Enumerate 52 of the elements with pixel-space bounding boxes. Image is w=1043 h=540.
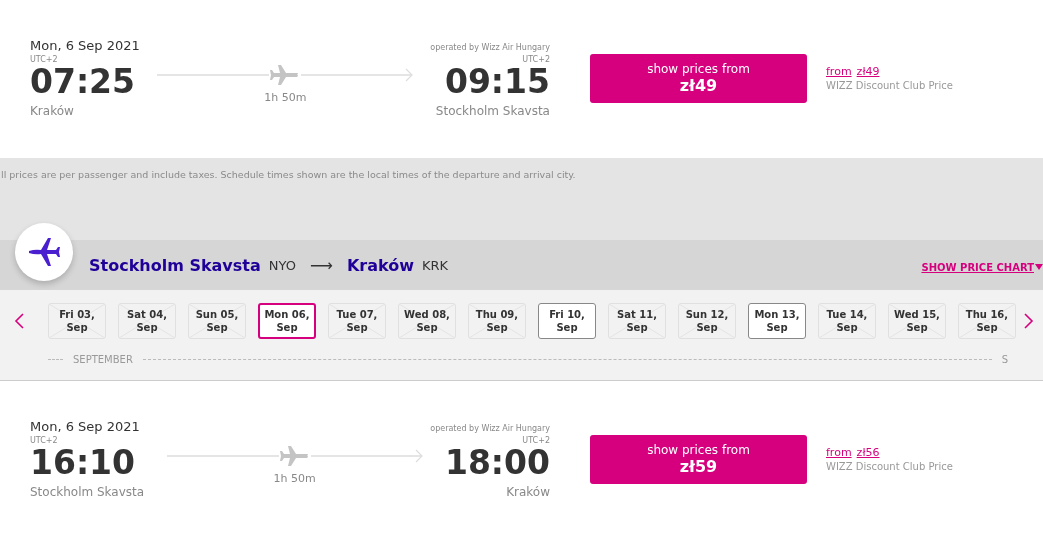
departure-time: 07:25 — [30, 64, 136, 100]
date-chip[interactable]: Sat 11, Sep — [608, 303, 666, 339]
from-link[interactable]: from — [826, 446, 852, 459]
date-chip[interactable]: Thu 09, Sep — [468, 303, 526, 339]
club-price-link[interactable]: zł56 — [856, 446, 880, 459]
departure-city: Stockholm Skavsta — [30, 485, 145, 499]
date-chip[interactable]: Tue 07, Sep — [328, 303, 386, 339]
flight-date: Mon, 6 Sep 2021 — [30, 419, 140, 434]
flight-path-arrow-icon — [166, 446, 423, 466]
date-chip[interactable]: Thu 16, Sep — [958, 303, 1016, 339]
flight-duration: 1h 50m — [273, 472, 316, 485]
date-chip[interactable]: Wed 15, Sep — [888, 303, 946, 339]
show-prices-button[interactable]: show prices from zł59 — [590, 435, 807, 484]
date-chip[interactable]: Wed 08, Sep — [398, 303, 456, 339]
date-chip[interactable]: Sun 12, Sep — [678, 303, 736, 339]
origin-code: NYO — [268, 257, 296, 273]
club-price-label: WIZZ Discount Club Price — [826, 461, 953, 472]
departure-city: Kraków — [30, 104, 75, 118]
departure-time: 16:10 — [30, 445, 137, 481]
timezone-label: UTC+2 — [522, 55, 550, 64]
origin-city: Stockholm Skavsta — [89, 255, 261, 275]
route-arrow: ⟶ — [309, 255, 333, 275]
caret-icon — [1035, 264, 1043, 270]
date-chip[interactable]: Sat 04, Sep — [118, 303, 176, 339]
from-link[interactable]: from — [826, 65, 852, 78]
arrival-city: Stockholm Skavsta — [435, 104, 550, 118]
month-label: S — [1001, 354, 1008, 365]
notice-text: ll prices are per passenger and include taxes. Schedule times shown are the local times of the departure and arrival city. — [0, 168, 577, 180]
date-chip[interactable]: Mon 13, Sep — [748, 303, 806, 339]
show-prices-button[interactable]: show prices from zł49 — [590, 54, 807, 103]
arrival-city: Kraków — [506, 485, 550, 499]
date-chip[interactable]: Mon 06, Sep — [258, 303, 316, 339]
date-chip[interactable]: Tue 14, Sep — [818, 303, 876, 339]
timezone-label: UTC+2 — [30, 55, 59, 64]
date-chip[interactable]: Fri 03, Sep — [48, 303, 106, 339]
arrival-time: 09:15 — [444, 64, 550, 100]
plane-icon — [27, 236, 61, 268]
destination-city: Kraków — [346, 255, 414, 275]
arrival-time: 18:00 — [444, 445, 550, 481]
timezone-label: UTC+2 — [522, 436, 550, 445]
flight-duration: 1h 50m — [264, 91, 307, 104]
club-price-link[interactable]: zł49 — [856, 65, 880, 78]
date-chip[interactable]: Fri 10, Sep — [538, 303, 596, 339]
club-price-label: WIZZ Discount Club Price — [826, 80, 953, 91]
flight-date: Mon, 6 Sep 2021 — [30, 38, 140, 53]
timezone-label: UTC+2 — [30, 436, 59, 445]
month-label: SEPTEMBER — [73, 354, 133, 365]
operator-text: operated by Wizz Air Hungary — [430, 424, 550, 433]
date-chip[interactable]: Sun 05, Sep — [188, 303, 246, 339]
operator-text: operated by Wizz Air Hungary — [430, 43, 550, 52]
destination-code: KRK — [421, 257, 449, 273]
flight-path-arrow-icon — [157, 65, 414, 85]
